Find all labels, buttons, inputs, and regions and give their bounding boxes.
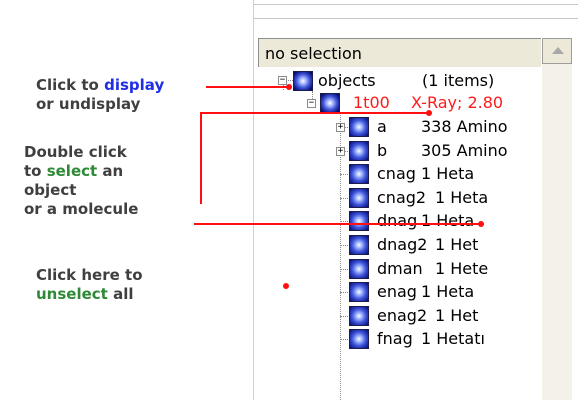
scroll-up-button[interactable]	[542, 38, 572, 64]
tree-row-name: cnag2	[377, 188, 427, 207]
selection-label: no selection	[265, 44, 362, 63]
pointer-dot-unselect	[283, 283, 289, 289]
expand-toggle[interactable]: +	[336, 123, 345, 132]
tree-row-name: dnag2	[377, 235, 428, 254]
objects-folder-icon[interactable]	[293, 71, 313, 91]
panel-divider	[253, 4, 578, 5]
tree-row-name: objects	[318, 71, 376, 90]
molecule-display-icon[interactable]	[349, 141, 369, 161]
molecule-display-icon[interactable]	[349, 235, 369, 255]
annotation-text: or undisplay	[36, 95, 141, 113]
annotation-text: Double click	[24, 143, 127, 161]
panel-divider	[253, 18, 578, 19]
molecule-display-icon[interactable]	[349, 117, 369, 137]
molecule-display-icon[interactable]	[349, 282, 369, 302]
tree-row-info: 338 Amino	[421, 117, 508, 136]
annotation-highlight: display	[104, 76, 165, 94]
tree-row-info: (1 items)	[422, 71, 495, 90]
annotation-text: an	[97, 162, 124, 180]
tree-row-info: 1 Heta	[421, 211, 475, 230]
pointer-dot-display	[286, 84, 292, 90]
tree-row-info: 1 Heta	[435, 188, 489, 207]
pointer-line-select-molecule	[194, 223, 482, 225]
tree-row-info: 1 Hetatı	[421, 329, 485, 348]
molecule-display-icon[interactable]	[349, 259, 369, 279]
tree-row-name: enag	[377, 282, 417, 301]
tree-connector	[340, 113, 341, 400]
panel-border	[253, 0, 254, 400]
tree-row-info: 1 Hete	[435, 259, 489, 278]
annotation-select: Double click to select an object or a mo…	[24, 143, 138, 219]
pointer-line-display	[206, 86, 291, 88]
tree-row-info: X-Ray; 2.80	[411, 93, 504, 112]
collapse-toggle[interactable]: −	[307, 99, 316, 108]
annotation-highlight: unselect	[36, 285, 108, 303]
pointer-line-select-object-v	[200, 112, 202, 204]
molecule-display-icon[interactable]	[320, 93, 340, 113]
molecule-display-icon[interactable]	[349, 188, 369, 208]
annotation-text: or a molecule	[24, 200, 139, 218]
tree-row-name: enag2	[377, 306, 428, 325]
object-tree-panel: no selection − objects (1 items) − 1t00 …	[253, 0, 578, 400]
tree-row-name: 1t00	[353, 93, 390, 112]
tree-row-name: a	[377, 117, 387, 136]
pointer-dot-select-object	[426, 110, 432, 116]
tree-row-info: 305 Amino	[421, 141, 508, 160]
object-tree[interactable]: − objects (1 items) − 1t00 X-Ray; 2.80 +…	[258, 67, 541, 400]
molecule-display-icon[interactable]	[349, 211, 369, 231]
tree-row-name: b	[377, 141, 388, 160]
tree-row-info: 1 Het	[435, 235, 479, 254]
tree-row-name: fnag	[377, 329, 413, 348]
tree-row-info: 1 Heta	[421, 164, 475, 183]
tree-row-name: dman	[377, 259, 423, 278]
annotation-text: Click here to	[36, 266, 143, 284]
annotation-display: Click to display or undisplay	[36, 76, 164, 114]
molecule-display-icon[interactable]	[349, 164, 369, 184]
molecule-display-icon[interactable]	[349, 329, 369, 349]
collapse-toggle[interactable]: −	[278, 76, 287, 85]
selection-field[interactable]: no selection	[258, 38, 541, 68]
annotation-text: all	[107, 285, 134, 303]
tree-row-info: 1 Het	[435, 306, 479, 325]
pointer-dot-select-molecule	[478, 221, 484, 227]
scrollbar-track[interactable]	[542, 64, 572, 400]
molecule-display-icon[interactable]	[349, 306, 369, 326]
annotation-highlight: select	[46, 162, 98, 180]
annotation-text: object	[24, 181, 77, 199]
tree-row-name: dnag	[377, 211, 418, 230]
expand-toggle[interactable]: +	[336, 147, 345, 156]
pointer-line-select-object-h	[200, 112, 430, 114]
annotation-text: Click to	[36, 76, 105, 94]
tree-row-info: 1 Heta	[421, 282, 475, 301]
annotation-text: to	[24, 162, 47, 180]
annotation-unselect: Click here to unselect all	[36, 266, 143, 304]
tree-row-name: cnag	[377, 164, 416, 183]
